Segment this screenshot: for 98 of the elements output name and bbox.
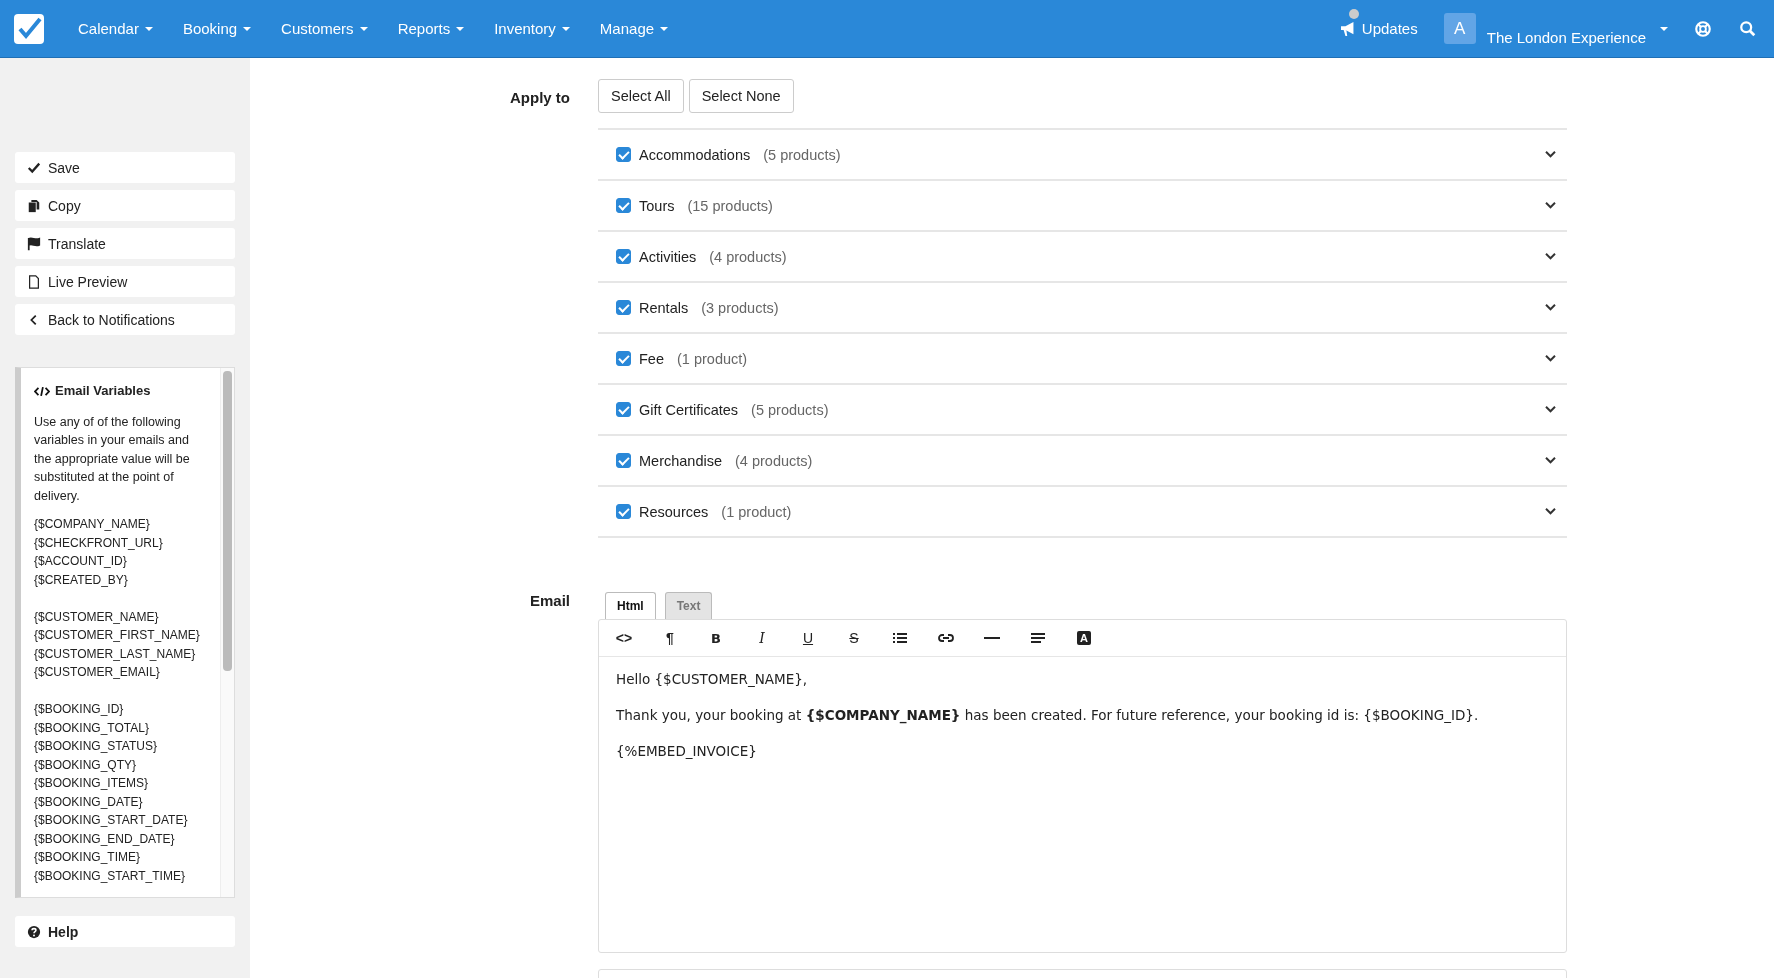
variable-name: {$BOOKING_ID}	[34, 701, 125, 718]
bold-button[interactable]: B	[704, 626, 728, 650]
nav-menu[interactable]: Reports	[391, 16, 471, 41]
category-name: Activities	[639, 248, 697, 265]
editor-tab[interactable]: Text	[664, 592, 713, 619]
email-paragraph: Thank you, your booking at {$COMPANY_NAME} has been created. For future reference, your booking id is: {$BOOKING_ID}.	[616, 707, 1480, 723]
field-label: Email	[528, 592, 570, 611]
italic-button[interactable]: I	[750, 626, 774, 650]
variable-name: {$COMPANY_NAME}	[34, 516, 151, 533]
scrollbar[interactable]	[220, 368, 234, 897]
underline-button[interactable]: U	[796, 626, 820, 650]
product-count: (1 product)	[677, 350, 749, 367]
list-icon[interactable]	[892, 632, 908, 644]
align-icon[interactable]	[1030, 632, 1046, 644]
sidebar-button[interactable]: Live Preview	[15, 266, 235, 297]
category-name: Rentals	[639, 299, 689, 316]
nav-menu[interactable]: Inventory	[488, 16, 576, 41]
checkbox[interactable]	[616, 249, 631, 264]
variable-name: {$BOOKING_DATE}	[34, 793, 144, 811]
chevron-down-icon[interactable]	[1544, 354, 1557, 363]
checkbox[interactable]	[616, 147, 631, 162]
variable-name: {$BOOKING_QTY}	[34, 756, 138, 774]
category-name: Resources	[639, 503, 709, 520]
email-paragraph: Hello {$CUSTOMER_NAME},	[616, 671, 809, 687]
email-editor[interactable]: <> ¶ B I U S A Hello {$CUSTOMER_NAME}, Thank you, your booking at {$COMPANY_NAME} has been created. For future reference, your booking id is: {$BOOKING_ID}. {%EMBED_INVOICE}	[598, 619, 1567, 953]
strikethrough-button[interactable]: S	[842, 626, 866, 650]
checkbox[interactable]	[616, 198, 631, 213]
chevron-down-icon[interactable]	[1544, 252, 1557, 261]
checkbox[interactable]	[616, 351, 631, 366]
checkbox[interactable]	[616, 504, 631, 519]
variable-name: {$BOOKING_END_DATE}	[34, 830, 176, 848]
category-name: Gift Certificates	[639, 401, 739, 418]
variable-name: {$CUSTOMER_FIRST_NAME}	[34, 627, 201, 644]
nav-menu[interactable]: Manage	[593, 16, 675, 41]
variable-name: {$CUSTOMER_LAST_NAME}	[34, 645, 197, 663]
help-button[interactable]: Help	[15, 916, 235, 947]
sidebar-button[interactable]: Copy	[15, 190, 235, 221]
caret-icon[interactable]	[1660, 26, 1668, 31]
product-count: (4 products)	[735, 452, 814, 469]
category-name: Merchandise	[639, 452, 722, 469]
variable-name: {$CUSTOMER_EMAIL}	[34, 664, 161, 681]
variable-name: {$CUSTOMER_NAME}	[34, 608, 160, 626]
nav-menu[interactable]: Customers	[275, 16, 374, 41]
product-count: (15 products)	[687, 197, 774, 214]
variable-name: {$BOOKING_STATUS}	[34, 738, 158, 755]
code-view-button[interactable]: <>	[612, 626, 636, 650]
variable-name: {$BOOKING_ITEMS}	[34, 775, 150, 792]
variable-name: {$BOOKING_TIME}	[34, 849, 142, 866]
editor-tab[interactable]: Html	[605, 592, 656, 619]
variable-name: {$CREATED_BY}	[34, 571, 129, 589]
nav-menu[interactable]: Booking	[176, 16, 258, 41]
sidebar-button[interactable]: Save	[15, 152, 235, 183]
search-icon[interactable]	[1739, 19, 1757, 38]
paragraph-button[interactable]: ¶	[658, 626, 682, 650]
document-icon	[27, 274, 41, 289]
category-name: Fee	[639, 350, 664, 367]
checkbox[interactable]	[616, 402, 631, 417]
help-icon[interactable]	[1694, 19, 1712, 38]
sidebar-button[interactable]: Back to Notifications	[15, 304, 235, 335]
chevron-down-icon[interactable]	[1544, 507, 1557, 516]
nav-menu[interactable]: Calendar	[72, 16, 159, 41]
variable-name: {$BOOKING_START_TIME}	[34, 867, 186, 885]
notification-dot	[1349, 9, 1359, 19]
sidebar-button[interactable]: Translate	[15, 228, 235, 259]
link-icon[interactable]	[938, 632, 954, 644]
panel-description: Use any of of the following variables in your emails and the appropriate value will be substituted at the point of delivery.	[34, 413, 191, 505]
chevron-down-icon[interactable]	[1544, 405, 1557, 414]
product-count: (4 products)	[709, 248, 788, 265]
variable-name: {$ACCOUNT_ID}	[34, 553, 128, 570]
code-icon	[34, 385, 50, 397]
email-paragraph: {%EMBED_INVOICE}	[616, 743, 758, 759]
chevron-down-icon[interactable]	[1544, 150, 1557, 159]
variable-name: {$BOOKING_START_DATE}	[34, 812, 189, 829]
copy-icon	[27, 198, 41, 213]
field-label: Apply to	[509, 88, 570, 108]
panel-title: Email Variables	[55, 382, 151, 400]
question-icon	[27, 924, 41, 939]
select-button[interactable]: Select None	[688, 79, 794, 113]
product-count: (5 products)	[751, 401, 830, 418]
category-name: Accommodations	[639, 146, 751, 163]
product-count: (5 products)	[763, 146, 842, 163]
chevron-down-icon[interactable]	[1544, 201, 1557, 210]
updates-button[interactable]: Updates	[1339, 20, 1418, 37]
variable-name: {$BOOKING_TOTAL}	[34, 719, 150, 737]
variable-name: {$CHECKFRONT_URL}	[34, 534, 164, 552]
select-button[interactable]: Select All	[598, 79, 684, 113]
chevron-down-icon[interactable]	[1544, 303, 1557, 312]
product-count: (1 product)	[721, 503, 793, 520]
account-menu[interactable]: The London Experience	[1486, 29, 1646, 46]
flag-icon	[27, 236, 41, 251]
category-name: Tours	[639, 197, 675, 214]
checkbox[interactable]	[616, 453, 631, 468]
chevron-down-icon[interactable]	[1544, 456, 1557, 465]
check-icon	[27, 160, 41, 175]
product-count: (3 products)	[701, 299, 780, 316]
text-color-button[interactable]: A	[1072, 626, 1096, 650]
checkbox[interactable]	[616, 300, 631, 315]
logo-icon[interactable]	[14, 13, 44, 44]
